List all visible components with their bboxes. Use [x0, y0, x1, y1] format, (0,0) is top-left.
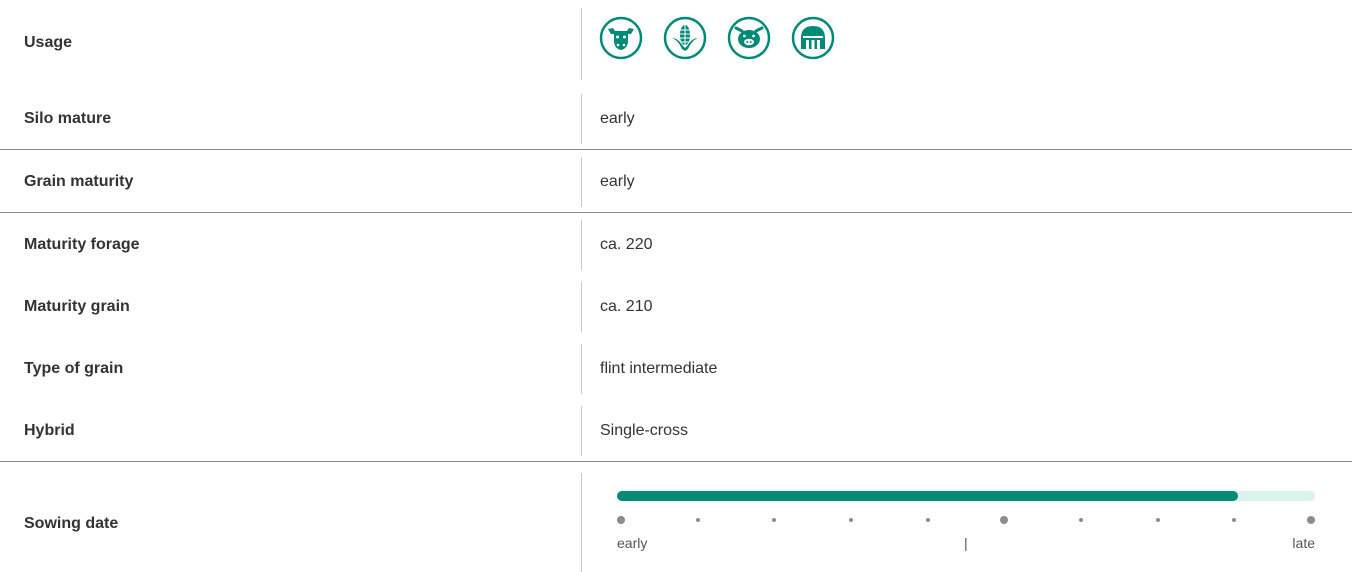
row-label: Silo mature [24, 110, 112, 127]
row-label: Type of grain [24, 360, 124, 377]
row-usage: Usage [0, 0, 1352, 88]
scale-tick-minor [1079, 518, 1083, 522]
row-type-of-grain: Type of grain flint intermediate [0, 338, 1352, 400]
row-sowing-date: Sowing date early | late [0, 463, 1352, 572]
row-label: Grain maturity [24, 173, 134, 190]
sowing-date-scale: early | late [617, 491, 1315, 561]
row-value: flint intermediate [600, 360, 718, 377]
row-maturity-forage: Maturity forage ca. 220 [0, 214, 1352, 276]
scale-tick-minor [695, 518, 700, 522]
column-divider [581, 220, 582, 270]
scale-label-late: late [1292, 535, 1315, 551]
column-divider [581, 157, 582, 207]
row-label: Usage [24, 34, 73, 51]
row-label: Maturity forage [24, 236, 140, 253]
column-divider [581, 282, 582, 332]
scale-fill [617, 491, 1238, 501]
scale-tick-minor [1232, 518, 1237, 522]
silo-icon [791, 16, 835, 60]
cow-icon [599, 16, 643, 60]
corn-icon [663, 16, 707, 60]
row-label: Maturity grain [24, 298, 130, 315]
row-silo-mature: Silo mature early [0, 88, 1352, 150]
scale-tick-minor [849, 518, 853, 522]
scale-tick-major [617, 516, 625, 524]
variety-properties-table: Usage Silo mature early Grain maturity e… [0, 0, 1352, 572]
column-divider [581, 406, 582, 456]
column-divider [581, 473, 582, 572]
row-label: Sowing date [24, 515, 119, 532]
usage-icons [599, 16, 835, 60]
row-value: early [600, 173, 635, 190]
pig-icon [727, 16, 771, 60]
scale-tick-major [1000, 516, 1009, 524]
row-maturity-grain: Maturity grain ca. 210 [0, 276, 1352, 338]
row-value: early [600, 110, 635, 127]
scale-tick-major [1307, 516, 1315, 524]
row-value: ca. 210 [600, 298, 653, 315]
scale-label-mid: | [964, 535, 968, 551]
scale-ticks [617, 515, 1315, 525]
row-value: Single-cross [600, 422, 689, 439]
scale-tick-minor [1155, 518, 1160, 522]
scale-tick-minor [772, 518, 777, 522]
scale-tick-minor [925, 518, 930, 522]
row-hybrid: Hybrid Single-cross [0, 400, 1352, 462]
column-divider [581, 344, 582, 394]
row-grain-maturity: Grain maturity early [0, 151, 1352, 213]
column-divider [581, 8, 582, 80]
row-label: Hybrid [24, 422, 75, 439]
column-divider [581, 94, 582, 144]
scale-label-early: early [617, 535, 648, 551]
row-value: ca. 220 [600, 236, 653, 253]
